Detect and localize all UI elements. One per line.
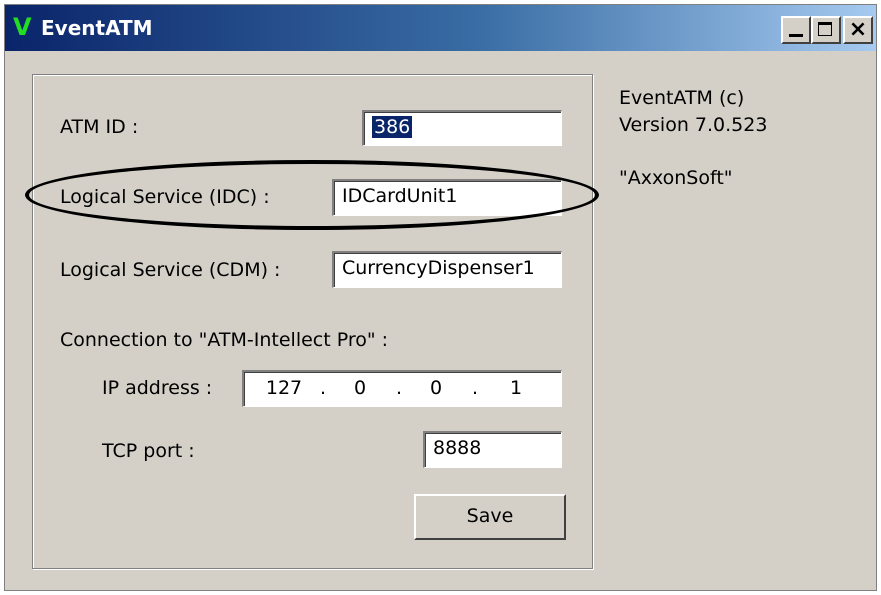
close-icon: ×: [848, 17, 868, 42]
idc-field[interactable]: IDCardUnit1: [332, 179, 562, 216]
ip-octet-1[interactable]: 127: [264, 377, 304, 399]
ip-octet-4[interactable]: 1: [496, 377, 536, 399]
maximize-button[interactable]: [811, 16, 841, 44]
ip-octet-3[interactable]: 0: [416, 377, 456, 399]
tcp-port-field[interactable]: 8888: [423, 431, 562, 468]
minimize-button[interactable]: [781, 16, 811, 44]
ip-dot-2: .: [395, 377, 403, 399]
maximize-icon: [813, 18, 839, 42]
app-logo-icon: V: [13, 13, 32, 41]
atm-id-value: 386: [372, 116, 413, 138]
cdm-label: Logical Service (CDM) :: [60, 259, 281, 281]
ip-octet-2[interactable]: 0: [340, 377, 380, 399]
title-bar[interactable]: V EventATM ×: [5, 5, 876, 51]
atm-id-field[interactable]: 386: [362, 110, 562, 146]
copyright-text: EventATM (c): [619, 87, 745, 109]
idc-label: Logical Service (IDC) :: [60, 186, 270, 208]
window-title: EventATM: [41, 16, 153, 40]
connection-label: Connection to "ATM-Intellect Pro" :: [60, 329, 389, 351]
cdm-field[interactable]: CurrencyDispenser1: [332, 251, 562, 288]
minimize-icon: [783, 18, 809, 42]
idc-value: IDCardUnit1: [342, 185, 458, 207]
cdm-value: CurrencyDispenser1: [342, 257, 535, 279]
ip-dot-3: .: [471, 377, 479, 399]
ip-dot-1: .: [319, 377, 327, 399]
version-text: Version 7.0.523: [619, 114, 768, 136]
tcp-port-value: 8888: [433, 437, 482, 459]
company-text: "AxxonSoft": [619, 167, 733, 189]
tcp-port-label: TCP port :: [102, 440, 195, 462]
save-button[interactable]: Save: [414, 494, 566, 540]
ip-address-label: IP address :: [102, 377, 213, 399]
atm-id-label: ATM ID :: [60, 116, 139, 138]
close-button[interactable]: ×: [843, 16, 873, 44]
ip-address-field[interactable]: 127 . 0 . 0 . 1: [242, 370, 562, 407]
